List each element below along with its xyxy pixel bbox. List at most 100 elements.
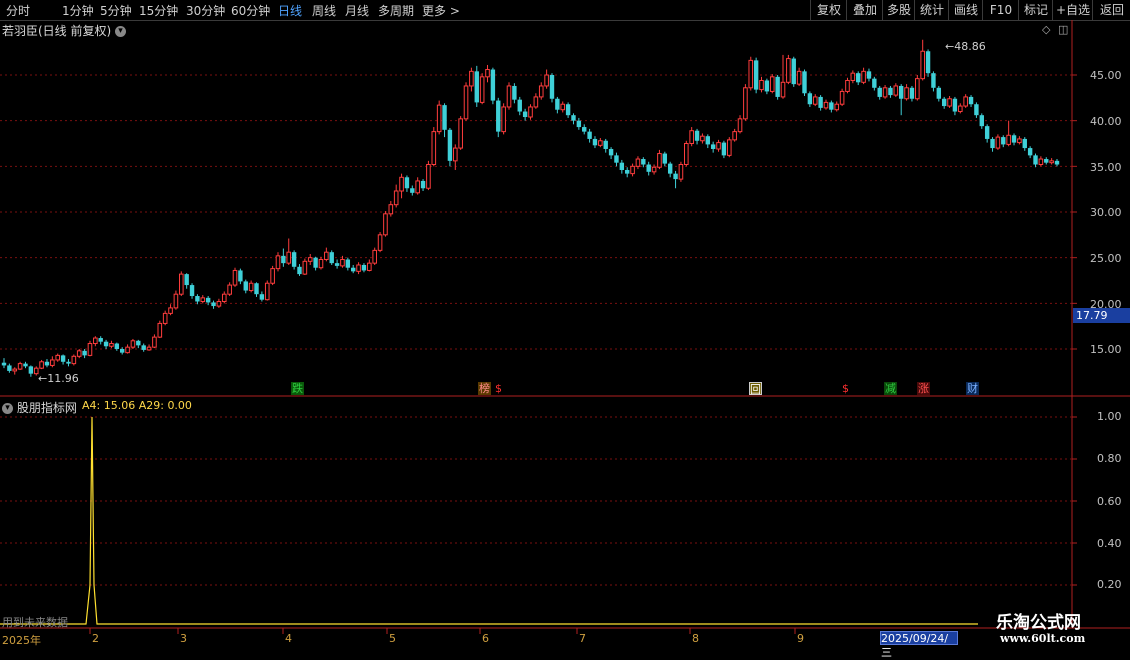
event-marker[interactable]: 榜 (478, 382, 491, 395)
candle-body (694, 130, 700, 141)
candle-body (28, 366, 34, 374)
candle-body (726, 139, 732, 156)
main-panel-title[interactable]: 若羽臣(日线 前复权) ▾ (2, 22, 127, 39)
candle-body (984, 126, 990, 139)
event-label: 涨 (918, 382, 929, 395)
candle-body (915, 78, 920, 100)
chevron-down-icon[interactable]: ▾ (2, 403, 13, 414)
event-marker[interactable]: $ (839, 382, 852, 395)
event-label: 减 (885, 382, 896, 395)
candle-body (614, 155, 619, 163)
candle-body (501, 106, 506, 133)
event-label: 榜 (479, 382, 490, 395)
candle-body (861, 70, 866, 83)
candle-body (141, 345, 146, 350)
event-marker[interactable]: 涨 (917, 382, 930, 395)
candle-body (625, 169, 630, 174)
candle-body (351, 267, 356, 272)
candle-body (87, 343, 93, 356)
candle-body (442, 105, 447, 130)
candle-body (109, 343, 114, 347)
window-icon[interactable]: ◫ (1058, 23, 1068, 36)
event-label: 财 (967, 382, 978, 395)
price-tick: 45.00 (1090, 69, 1122, 82)
indicator-tick: 1.00 (1097, 410, 1122, 423)
candle-body (533, 96, 539, 108)
candle-body (302, 260, 308, 275)
candle-body (479, 76, 485, 103)
candle-body (780, 81, 786, 98)
candle-body (990, 138, 995, 149)
event-marker[interactable]: 跌 (291, 382, 304, 395)
candle-body (925, 51, 931, 74)
candle-body (544, 74, 549, 87)
candle-body (684, 143, 689, 166)
price-tick: 35.00 (1090, 161, 1122, 174)
candle-body (872, 78, 877, 88)
price-tick: 40.00 (1090, 115, 1122, 128)
main-panel-title-text: 若羽臣(日线 前复权) (2, 24, 112, 38)
indicator-panel-title[interactable]: ▾ 股朋指标网 (2, 399, 77, 416)
candle-body (50, 359, 55, 366)
candle-body (603, 140, 608, 149)
candle-body (329, 252, 334, 264)
indicator-values: A4: 15.06 A29: 0.00 (82, 399, 192, 412)
candle-body (1001, 137, 1006, 145)
candle-body (114, 343, 120, 349)
event-marker[interactable]: 财 (966, 382, 979, 395)
candle-body (12, 368, 18, 372)
candle-body (1022, 138, 1027, 149)
candle-body (759, 79, 764, 91)
candle-body (388, 204, 394, 215)
candle-body (173, 293, 179, 309)
candle-body (936, 87, 942, 99)
candle-body (340, 258, 345, 267)
candle-body (1044, 159, 1049, 163)
candle-body (968, 96, 974, 105)
candle-body (119, 349, 125, 353)
event-label: $ (842, 382, 849, 395)
candle-body (238, 270, 243, 282)
indicator-name: 股朋指标网 (16, 401, 77, 415)
candle-body (963, 96, 968, 107)
candle-body (522, 111, 528, 118)
candle-body (555, 98, 560, 110)
candle-body (716, 142, 721, 150)
candle-body (259, 294, 265, 300)
chevron-down-icon[interactable]: ▾ (115, 26, 127, 37)
site-watermark: 乐淘公式网 (996, 613, 1081, 633)
event-marker[interactable]: 回 (749, 382, 762, 396)
candle-body (829, 102, 834, 110)
candlestick-chart[interactable] (0, 0, 1130, 650)
candle-body (571, 115, 576, 121)
candle-body (641, 159, 646, 165)
candle-body (404, 177, 410, 189)
candle-body (845, 79, 850, 92)
candle-body (184, 274, 189, 286)
high-price-value: 48.86 (954, 40, 986, 53)
candle-series (1, 39, 1060, 377)
candle-body (743, 87, 748, 120)
candle-body (270, 268, 275, 284)
candle-body (76, 350, 82, 357)
candle-body (103, 341, 109, 347)
candle-body (748, 59, 754, 89)
candle-body (485, 69, 490, 78)
event-marker[interactable]: 减 (884, 382, 897, 395)
price-tick: 25.00 (1090, 252, 1122, 265)
candle-body (705, 136, 710, 145)
candle-body (882, 87, 888, 98)
candle-body (592, 138, 598, 146)
candle-body (227, 284, 232, 295)
candle-body (7, 365, 12, 371)
candle-body (125, 346, 130, 354)
low-marker-arrow-icon: ← (38, 372, 48, 385)
event-marker[interactable]: $ (492, 382, 505, 395)
candle-body (162, 312, 168, 324)
candle-body (721, 142, 727, 156)
candle-body (195, 296, 200, 302)
candle-body (737, 118, 743, 133)
candle-body (807, 93, 813, 105)
current-date-label: 2025/09/24/三 (880, 631, 958, 659)
diamond-icon[interactable]: ◇ (1042, 23, 1050, 36)
